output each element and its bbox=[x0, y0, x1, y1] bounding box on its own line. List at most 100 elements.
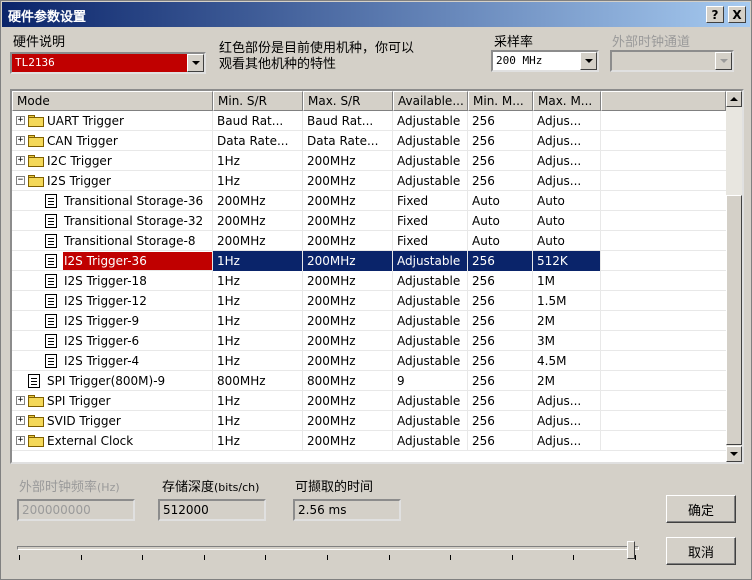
table-row[interactable]: + I2C Trigger 1Hz 200MHz Adjustable 256 Adjus.… bbox=[12, 151, 726, 171]
collapse-icon[interactable]: − bbox=[16, 176, 25, 185]
row-mode-label: Transitional Storage-8 bbox=[64, 234, 196, 248]
cell-mode: Transitional Storage-8 bbox=[12, 231, 213, 251]
table-row[interactable]: Transitional Storage-36 200MHz 200MHz Fixed… bbox=[12, 191, 726, 211]
help-button[interactable]: ? bbox=[706, 6, 724, 23]
cell-min-m: Auto bbox=[468, 211, 533, 231]
chevron-down-icon[interactable] bbox=[580, 52, 597, 70]
scroll-down-button[interactable] bbox=[726, 446, 742, 462]
depth-slider[interactable] bbox=[15, 541, 643, 565]
cell-max-sr: 200MHz bbox=[303, 411, 393, 431]
title-bar[interactable]: 硬件参数设置 ? X bbox=[2, 2, 750, 27]
column-header-max-m[interactable]: Max. M... bbox=[533, 91, 601, 111]
cell-min-m: 256 bbox=[468, 291, 533, 311]
cell-min-sr: 1Hz bbox=[213, 171, 303, 191]
cell-mode: I2S Trigger-9 bbox=[12, 311, 213, 331]
scroll-up-button[interactable] bbox=[726, 91, 742, 107]
expand-icon[interactable]: + bbox=[16, 436, 25, 445]
cell-mode: I2S Trigger-12 bbox=[12, 291, 213, 311]
cell-mode: + SVID Trigger bbox=[12, 411, 213, 431]
expand-icon[interactable]: + bbox=[16, 136, 25, 145]
cell-min-sr: Baud Rat... bbox=[213, 111, 303, 131]
table-row[interactable]: + SPI Trigger 1Hz 200MHz Adjustable 256 Adjus.… bbox=[12, 391, 726, 411]
document-icon bbox=[45, 274, 57, 288]
table-row[interactable]: Transitional Storage-8 200MHz 200MHz Fixed A… bbox=[12, 231, 726, 251]
cell-max-m: Auto bbox=[533, 211, 601, 231]
cell-max-m: 4.5M bbox=[533, 351, 601, 371]
cell-min-m: 256 bbox=[468, 371, 533, 391]
cell-min-m: 256 bbox=[468, 251, 533, 271]
cell-min-sr: 1Hz bbox=[213, 311, 303, 331]
table-row[interactable]: I2S Trigger-18 1Hz 200MHz Adjustable 256 1M bbox=[12, 271, 726, 291]
row-mode-label: UART Trigger bbox=[47, 114, 124, 128]
table-row[interactable]: I2S Trigger-9 1Hz 200MHz Adjustable 256 2M bbox=[12, 311, 726, 331]
cell-mode: + External Clock bbox=[12, 431, 213, 451]
cell-available: Adjustable bbox=[393, 311, 468, 331]
cell-max-sr: 200MHz bbox=[303, 391, 393, 411]
table-row[interactable]: Transitional Storage-32 200MHz 200MHz Fixed… bbox=[12, 211, 726, 231]
document-icon bbox=[45, 254, 57, 268]
ext-freq-field: 200000000 bbox=[17, 499, 135, 521]
column-header-mode[interactable]: Mode bbox=[12, 91, 213, 111]
cell-min-m: 256 bbox=[468, 431, 533, 451]
capture-time-label: 可撷取的时间 bbox=[295, 480, 374, 495]
cell-min-sr: 1Hz bbox=[213, 251, 303, 271]
table-row[interactable]: SPI Trigger(800M)-9 800MHz 800MHz 9 256 2M bbox=[12, 371, 726, 391]
table-row[interactable]: − I2S Trigger 1Hz 200MHz Adjustable 256 Adjus.… bbox=[12, 171, 726, 191]
chevron-down-icon[interactable] bbox=[187, 54, 204, 72]
cell-min-sr: 1Hz bbox=[213, 411, 303, 431]
slider-tick bbox=[327, 555, 328, 560]
scroll-thumb[interactable] bbox=[726, 195, 742, 445]
cell-min-m: 256 bbox=[468, 411, 533, 431]
table-row[interactable]: I2S Trigger-12 1Hz 200MHz Adjustable 256 1.5M bbox=[12, 291, 726, 311]
cell-available: Adjustable bbox=[393, 291, 468, 311]
cell-available: Adjustable bbox=[393, 331, 468, 351]
cell-min-m: 256 bbox=[468, 171, 533, 191]
close-button[interactable]: X bbox=[728, 6, 746, 23]
document-icon bbox=[45, 314, 57, 328]
slider-tick bbox=[265, 555, 266, 560]
table-row[interactable]: I2S Trigger-36 1Hz 200MHz Adjustable 256 512K bbox=[12, 251, 726, 271]
cell-min-m: 256 bbox=[468, 391, 533, 411]
cell-available: Adjustable bbox=[393, 271, 468, 291]
expand-icon[interactable]: + bbox=[16, 156, 25, 165]
capture-time-field: 2.56 ms bbox=[293, 499, 401, 521]
hardware-select[interactable]: TL2136 bbox=[10, 52, 206, 74]
expand-icon[interactable]: + bbox=[16, 416, 25, 425]
row-mode-label: I2C Trigger bbox=[47, 154, 112, 168]
table-row[interactable]: + SVID Trigger 1Hz 200MHz Adjustable 256 Adjus… bbox=[12, 411, 726, 431]
column-header-available[interactable]: Available... bbox=[393, 91, 468, 111]
cell-max-m: Adjus... bbox=[533, 391, 601, 411]
depth-field: 512000 bbox=[158, 499, 266, 521]
cancel-button[interactable]: 取消 bbox=[666, 537, 736, 565]
column-header-min-m[interactable]: Min. M... bbox=[468, 91, 533, 111]
table-row[interactable]: + External Clock 1Hz 200MHz Adjustable 256 Adj… bbox=[12, 431, 726, 451]
cell-available: Fixed bbox=[393, 211, 468, 231]
sample-rate-select[interactable]: 200 MHz bbox=[491, 50, 599, 72]
table-row[interactable]: + CAN Trigger Data Rate... Data Rate... Adju… bbox=[12, 131, 726, 151]
ext-clock-channel-label: 外部时钟通道 bbox=[612, 35, 691, 50]
cell-min-m: 256 bbox=[468, 351, 533, 371]
table-row[interactable]: + UART Trigger Baud Rat... Baud Rat... Adjus… bbox=[12, 111, 726, 131]
cell-min-sr: 200MHz bbox=[213, 191, 303, 211]
cell-max-sr: Baud Rat... bbox=[303, 111, 393, 131]
document-icon bbox=[45, 234, 57, 248]
list-header: Mode Min. S/R Max. S/R Available... Min.… bbox=[12, 91, 726, 111]
ok-button[interactable]: 确定 bbox=[666, 495, 736, 523]
column-header-max-sr[interactable]: Max. S/R bbox=[303, 91, 393, 111]
table-row[interactable]: I2S Trigger-6 1Hz 200MHz Adjustable 256 3M bbox=[12, 331, 726, 351]
row-mode-label: I2S Trigger-18 bbox=[64, 274, 147, 288]
cell-available: Adjustable bbox=[393, 251, 468, 271]
expand-icon[interactable]: + bbox=[16, 116, 25, 125]
column-header-min-sr[interactable]: Min. S/R bbox=[213, 91, 303, 111]
mode-list[interactable]: Mode Min. S/R Max. S/R Available... Min.… bbox=[10, 89, 744, 464]
cell-min-sr: 1Hz bbox=[213, 351, 303, 371]
vertical-scrollbar[interactable] bbox=[726, 91, 742, 462]
cell-max-sr: 200MHz bbox=[303, 331, 393, 351]
slider-handle[interactable] bbox=[627, 541, 635, 559]
row-mode-label: CAN Trigger bbox=[47, 134, 118, 148]
expand-icon[interactable]: + bbox=[16, 396, 25, 405]
table-row[interactable]: I2S Trigger-4 1Hz 200MHz Adjustable 256 4.5M bbox=[12, 351, 726, 371]
row-mode-label: External Clock bbox=[47, 434, 134, 448]
cell-max-m: 2M bbox=[533, 371, 601, 391]
folder-icon bbox=[28, 415, 44, 427]
